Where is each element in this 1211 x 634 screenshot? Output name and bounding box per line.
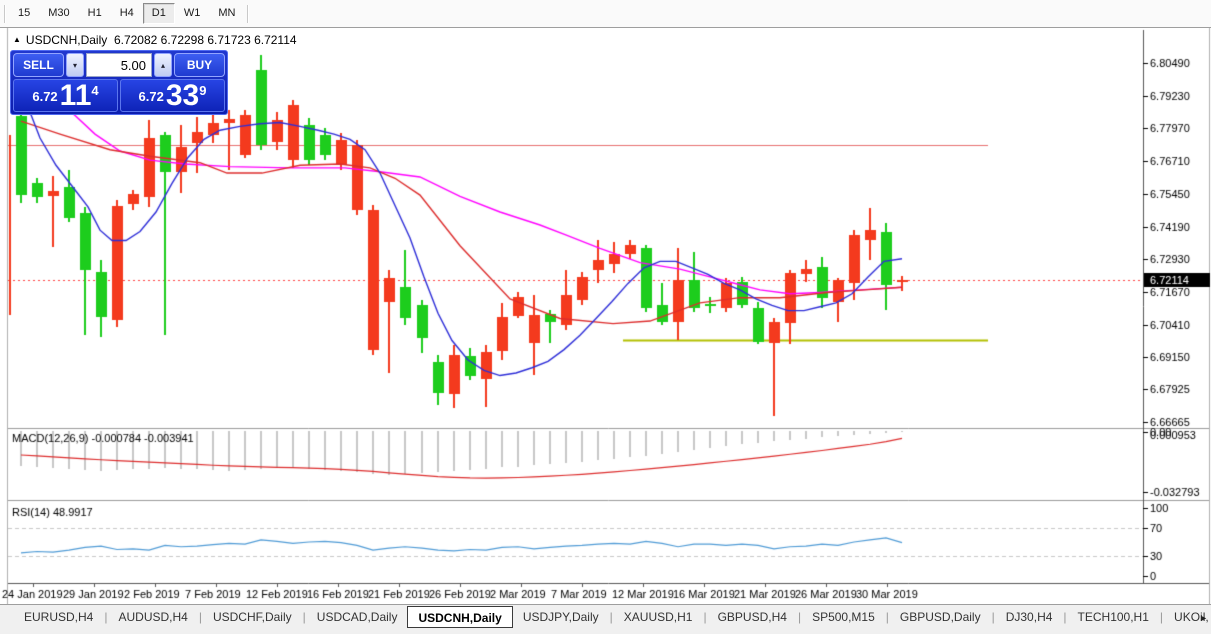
ask-price-sup: 9 bbox=[199, 83, 206, 98]
timeframe-m30-button[interactable]: M30 bbox=[39, 3, 78, 24]
timeframe-mn-button[interactable]: MN bbox=[209, 3, 244, 24]
quote-row: 6.72 11 4 6.72 33 9 bbox=[13, 79, 225, 112]
tab-gbpusd-h4[interactable]: GBPUSD,H4 bbox=[708, 606, 797, 628]
sell-button[interactable]: SELL bbox=[13, 53, 64, 77]
timeframe-15-button[interactable]: 15 bbox=[9, 3, 39, 24]
volume-input[interactable] bbox=[86, 53, 152, 77]
volume-spin-up-icon[interactable]: ▴ bbox=[154, 53, 172, 77]
tab-audusd-h4[interactable]: AUDUSD,H4 bbox=[108, 606, 197, 628]
tab-sp500-m15[interactable]: SP500,M15 bbox=[802, 606, 885, 628]
bid-price-box[interactable]: 6.72 11 4 bbox=[13, 79, 118, 112]
chart-tabs-bar: EURUSD,H4|AUDUSD,H4|USDCHF,Daily|USDCAD,… bbox=[0, 604, 1211, 634]
bid-price-sup: 4 bbox=[91, 83, 98, 98]
buy-button[interactable]: BUY bbox=[174, 53, 225, 77]
chart-ohlc-values: 6.72082 6.72298 6.71723 6.72114 bbox=[114, 33, 297, 47]
volume-dropdown-icon[interactable]: ▾ bbox=[66, 53, 84, 77]
tab-usdjpy-daily[interactable]: USDJPY,Daily bbox=[513, 606, 609, 628]
ask-price-prefix: 6.72 bbox=[139, 89, 164, 104]
tab-usdcad-daily[interactable]: USDCAD,Daily bbox=[307, 606, 408, 628]
timeframe-d1-button[interactable]: D1 bbox=[143, 3, 175, 24]
toolbar-separator bbox=[247, 5, 249, 23]
ask-price-big: 33 bbox=[166, 81, 199, 111]
one-click-trading-panel: SELL ▾ ▴ BUY 6.72 11 4 6.72 33 9 bbox=[10, 50, 228, 115]
trade-controls-row: SELL ▾ ▴ BUY bbox=[13, 53, 225, 77]
tab-tech100-h1[interactable]: TECH100,H1 bbox=[1068, 606, 1159, 628]
tab-dj30-h4[interactable]: DJ30,H4 bbox=[996, 606, 1063, 628]
collapse-triangle-icon: ▲ bbox=[13, 35, 21, 44]
bid-price-prefix: 6.72 bbox=[32, 89, 57, 104]
tab-xauusd-h1[interactable]: XAUUSD,H1 bbox=[614, 606, 703, 628]
timeframe-h4-button[interactable]: H4 bbox=[111, 3, 143, 24]
tab-gbpusd-daily[interactable]: GBPUSD,Daily bbox=[890, 606, 991, 628]
tabs-scroll-right-icon[interactable]: ► bbox=[1199, 613, 1208, 623]
timeframe-toolbar: 15M30H1H4D1W1MN bbox=[0, 0, 1211, 28]
timeframe-h1-button[interactable]: H1 bbox=[79, 3, 111, 24]
timeframe-w1-button[interactable]: W1 bbox=[175, 3, 210, 24]
tab-usdcnh-daily[interactable]: USDCNH,Daily bbox=[407, 606, 512, 628]
chart-title: ▲ USDCNH,Daily 6.72082 6.72298 6.71723 6.… bbox=[13, 33, 297, 47]
toolbar-separator bbox=[4, 5, 6, 23]
tab-usdchf-daily[interactable]: USDCHF,Daily bbox=[203, 606, 302, 628]
ask-price-box[interactable]: 6.72 33 9 bbox=[120, 79, 225, 112]
bid-price-big: 11 bbox=[60, 81, 92, 111]
mt4-window: 15M30H1H4D1W1MN ▲ USDCNH,Daily 6.72082 6.… bbox=[0, 0, 1211, 634]
chart-symbol-label: USDCNH,Daily bbox=[26, 33, 107, 47]
tab-eurusd-h4[interactable]: EURUSD,H4 bbox=[14, 606, 103, 628]
